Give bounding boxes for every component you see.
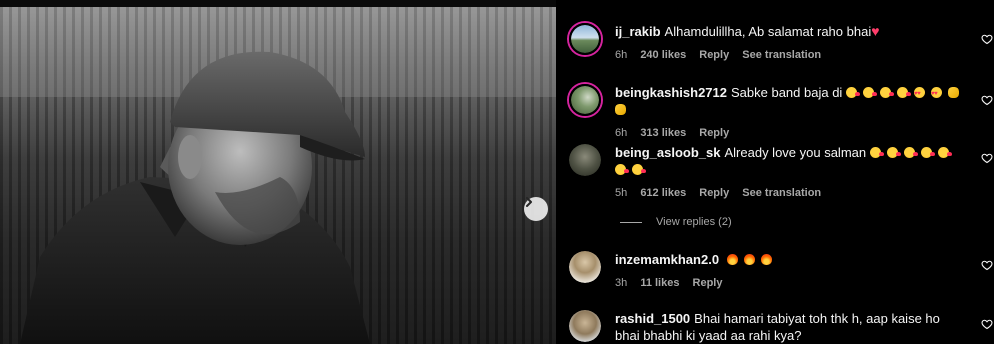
comment-time[interactable]: 6h xyxy=(615,49,627,61)
reply-button[interactable]: Reply xyxy=(699,127,729,139)
clapping-hands-icon xyxy=(947,87,959,98)
kiss-face-icon xyxy=(869,147,884,158)
post-top-strip xyxy=(0,0,556,7)
kiss-face-icon xyxy=(632,164,646,175)
fire-icon xyxy=(743,254,755,265)
post-photo xyxy=(0,7,556,344)
see-translation-button[interactable]: See translation xyxy=(742,187,821,199)
kiss-face-icon xyxy=(920,147,935,158)
comment-time[interactable]: 6h xyxy=(615,127,627,139)
reply-button[interactable]: Reply xyxy=(699,49,729,61)
fire-icon xyxy=(760,254,772,265)
chevron-right-icon xyxy=(526,197,532,207)
photo-illustration xyxy=(0,7,556,344)
avatar[interactable] xyxy=(569,23,601,55)
laughing-face-icon xyxy=(845,87,860,98)
comment-username[interactable]: inzemamkhan2.0 xyxy=(615,252,719,267)
comment-meta: 6h 240 likes Reply See translation xyxy=(615,48,967,62)
comment-meta: 3h 11 likes Reply xyxy=(615,276,967,290)
comment-body: Sabke band baja di xyxy=(731,85,843,100)
like-heart-icon[interactable] xyxy=(981,318,993,330)
kiss-face-icon xyxy=(886,147,901,158)
comment-meta: 6h 313 likes Reply xyxy=(615,126,967,140)
heart-eyes-face-icon xyxy=(913,86,925,103)
pink-heart-icon: ♥ xyxy=(871,23,880,39)
comment-body: Already love you salman xyxy=(724,145,867,160)
comment-text: beingkashish2712 Sabke band baja di xyxy=(615,84,967,118)
comment-username[interactable]: beingkashish2712 xyxy=(615,85,727,100)
comment-username[interactable]: rashid_1500 xyxy=(615,311,690,326)
like-heart-icon[interactable] xyxy=(981,33,993,45)
reply-button[interactable]: Reply xyxy=(699,187,729,199)
avatar[interactable] xyxy=(569,310,601,342)
comment-text: inzemamkhan2.0 xyxy=(615,251,967,268)
comment-time[interactable]: 5h xyxy=(615,187,627,199)
comment-text: being_asloob_sk Already love you salman xyxy=(615,144,967,178)
comment-likes[interactable]: 313 likes xyxy=(640,127,686,139)
avatar[interactable] xyxy=(569,84,601,116)
see-translation-button[interactable]: See translation xyxy=(742,49,821,61)
heart-eyes-face-icon xyxy=(930,86,942,103)
comment-likes[interactable]: 11 likes xyxy=(640,277,679,289)
comment-text: rashid_1500 Bhai hamari tabiyat toh thk h… xyxy=(615,310,967,344)
laughing-face-icon xyxy=(879,87,894,98)
comment-time[interactable]: 3h xyxy=(615,277,627,289)
view-replies-button[interactable]: View replies (2) xyxy=(620,216,732,228)
avatar[interactable] xyxy=(569,144,601,176)
like-heart-icon[interactable] xyxy=(981,94,993,106)
fire-icon xyxy=(726,254,738,265)
comment-username[interactable]: being_asloob_sk xyxy=(615,145,720,160)
like-heart-icon[interactable] xyxy=(981,152,993,164)
comment-meta: 5h 612 likes Reply See translation xyxy=(615,186,967,200)
reply-button[interactable]: Reply xyxy=(693,277,723,289)
laughing-face-icon xyxy=(862,87,877,98)
comment-body: Alhamdulillha, Ab salamat raho bhai xyxy=(664,24,872,39)
like-heart-icon[interactable] xyxy=(981,259,993,271)
kiss-face-icon xyxy=(937,147,952,158)
kiss-face-icon xyxy=(615,164,629,175)
comment-username[interactable]: ij_rakib xyxy=(615,24,661,39)
comment-likes[interactable]: 240 likes xyxy=(640,49,686,61)
comment-text: ij_rakib Alhamdulillha, Ab salamat raho b… xyxy=(615,23,967,40)
clapping-hands-icon xyxy=(615,104,626,115)
avatar[interactable] xyxy=(569,251,601,283)
kiss-face-icon xyxy=(903,147,918,158)
comments-pane: ij_rakib Alhamdulillha, Ab salamat raho b… xyxy=(556,0,994,344)
laughing-face-icon xyxy=(896,87,911,98)
comment-likes[interactable]: 612 likes xyxy=(640,187,686,199)
next-image-button[interactable] xyxy=(524,197,548,221)
divider xyxy=(620,221,642,223)
view-replies-label: View replies (2) xyxy=(656,216,732,228)
